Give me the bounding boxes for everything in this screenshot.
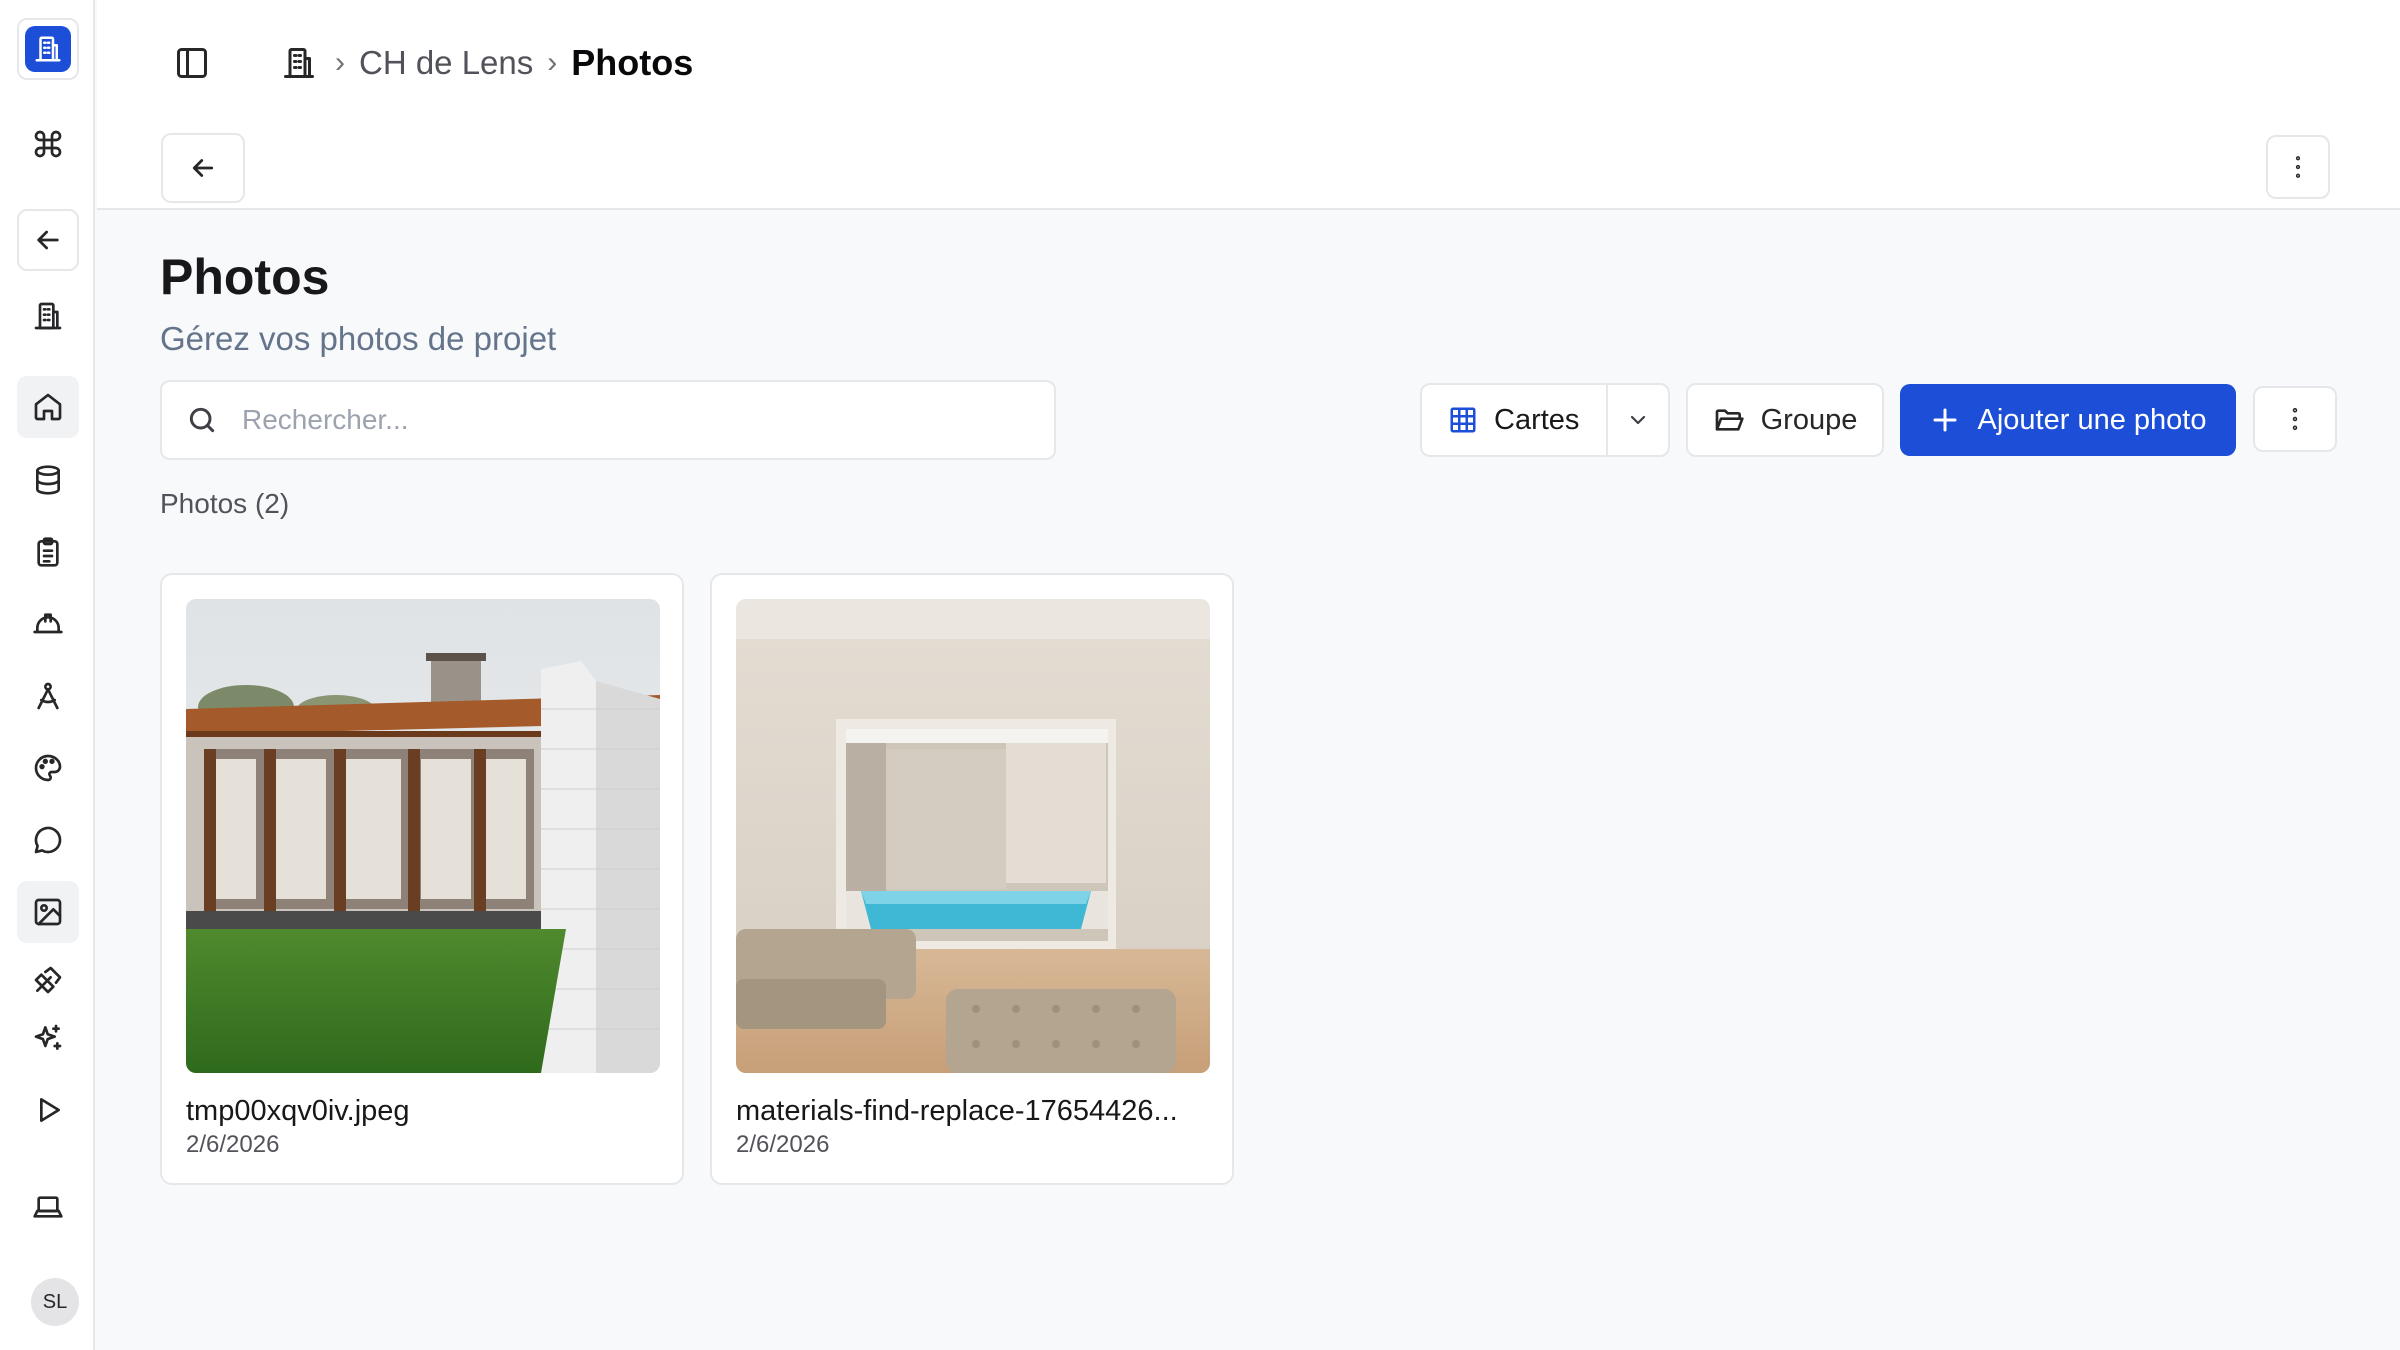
- database-icon: [36, 465, 60, 495]
- page-subtitle: Gérez vos photos de projet: [160, 320, 557, 357]
- chevron-right-icon: ›: [547, 46, 558, 79]
- command-palette-button[interactable]: [17, 113, 79, 175]
- rail-item-device[interactable]: [17, 1176, 79, 1238]
- rail-item-design[interactable]: [17, 665, 79, 727]
- house-exterior-photo[interactable]: [186, 599, 660, 1073]
- photo-name: tmp00xqv0iv.jpeg: [186, 1095, 410, 1127]
- rail-item-chat[interactable]: [17, 809, 79, 871]
- top-bar: › CH de Lens › Photos: [97, 0, 2400, 210]
- interior-pool-photo[interactable]: [736, 599, 1210, 1073]
- photo-date: 2/6/2026: [736, 1131, 830, 1158]
- page-title: Photos: [160, 249, 330, 305]
- group-button[interactable]: Groupe: [1686, 383, 1884, 457]
- building-logo-icon: [25, 26, 71, 72]
- chevron-right-icon: ›: [335, 46, 345, 79]
- search-icon: [189, 407, 215, 433]
- group-label: Groupe: [1760, 403, 1858, 436]
- play-icon: [39, 1098, 60, 1122]
- hard-hat-icon: [33, 613, 63, 634]
- user-avatar[interactable]: SL: [31, 1278, 79, 1326]
- building-icon[interactable]: [277, 41, 321, 85]
- folder-open-icon: [1715, 409, 1744, 431]
- breadcrumb: › CH de Lens › Photos: [277, 38, 693, 88]
- plus-icon: [1933, 408, 1957, 432]
- breadcrumb-project-link[interactable]: CH de Lens: [359, 44, 533, 82]
- view-mode-label: Cartes: [1494, 403, 1580, 436]
- sparkles-icon: [34, 1024, 62, 1050]
- rail-item-site[interactable]: [17, 593, 79, 655]
- more-vertical-icon: [2295, 156, 2301, 178]
- rail-item-photos[interactable]: [17, 881, 79, 943]
- add-photo-label: Ajouter une photo: [1977, 403, 2207, 436]
- laptop-icon: [33, 1196, 63, 1218]
- arrow-left-icon: [192, 159, 214, 177]
- rail-item-materials[interactable]: [17, 737, 79, 799]
- photos-count: Photos (2): [160, 488, 290, 519]
- rail-item-home[interactable]: [17, 376, 79, 438]
- chat-icon: [34, 826, 62, 854]
- rail-item-ai[interactable]: [17, 1007, 79, 1069]
- rail-item-data[interactable]: [17, 449, 79, 511]
- rail-item-tools[interactable]: [17, 949, 79, 1011]
- photo-name: materials-find-replace-17654426...: [736, 1095, 1178, 1127]
- view-mode-button[interactable]: Cartes: [1422, 385, 1606, 455]
- photo-card[interactable]: materials-find-replace-17654426... 2/6/2…: [710, 573, 1234, 1185]
- palette-icon: [34, 754, 62, 782]
- sidebar-toggle-button[interactable]: [169, 40, 215, 86]
- user-initials: SL: [42, 1290, 68, 1313]
- search-box: [160, 380, 1056, 460]
- command-icon: [34, 130, 62, 158]
- view-mode-select: Cartes: [1420, 383, 1670, 457]
- clipboard-icon: [37, 537, 59, 567]
- photo-date: 2/6/2026: [186, 1131, 280, 1158]
- app-logo-button[interactable]: [17, 18, 79, 80]
- rail-item-tasks[interactable]: [17, 521, 79, 583]
- home-icon: [34, 393, 62, 421]
- building-icon: [34, 302, 62, 330]
- view-mode-dropdown[interactable]: [1606, 385, 1668, 455]
- search-input[interactable]: [242, 404, 1022, 436]
- add-photo-button[interactable]: Ajouter une photo: [1900, 384, 2236, 456]
- chevron-down-icon: [1630, 415, 1646, 425]
- toolbar-more-button[interactable]: [2253, 386, 2337, 452]
- image-icon: [34, 898, 62, 926]
- arrow-left-icon: [37, 230, 59, 250]
- photo-card[interactable]: tmp00xqv0iv.jpeg 2/6/2026: [160, 573, 684, 1185]
- breadcrumb-current: Photos: [571, 42, 694, 83]
- more-vertical-icon: [2292, 408, 2298, 430]
- rail-item-presentation[interactable]: [17, 1079, 79, 1141]
- tools-icon: [34, 966, 62, 994]
- grid-icon: [1450, 407, 1476, 433]
- rail-item-project[interactable]: [17, 285, 79, 347]
- app-rail: SL: [0, 0, 95, 1350]
- back-button[interactable]: [161, 133, 245, 203]
- header-more-button[interactable]: [2266, 135, 2330, 199]
- compass-icon: [37, 682, 59, 710]
- rail-back-button[interactable]: [17, 209, 79, 271]
- sidebar-panel-icon: [177, 48, 207, 78]
